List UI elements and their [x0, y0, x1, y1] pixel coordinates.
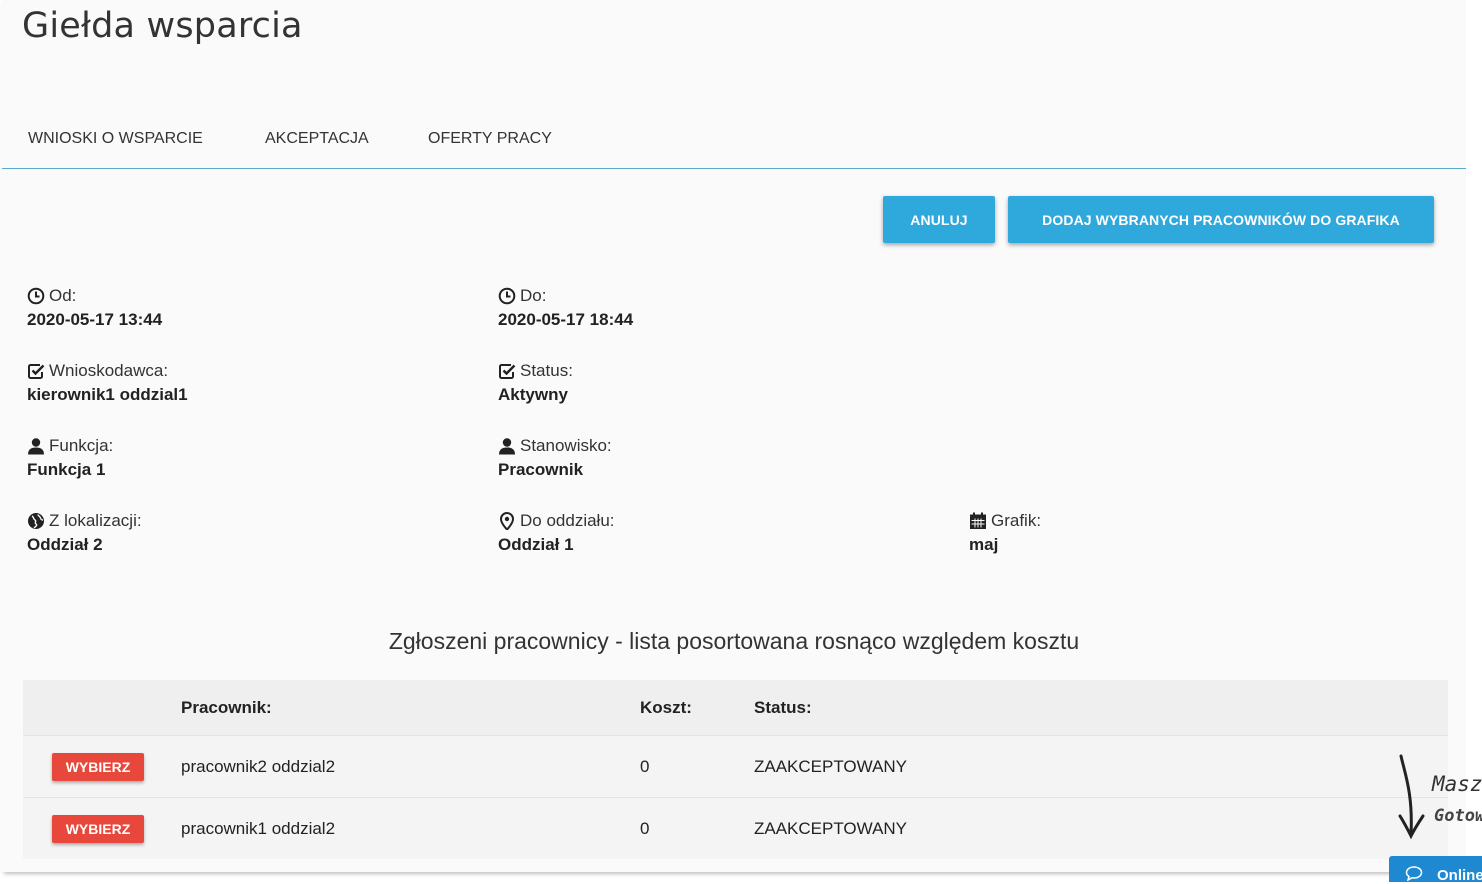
- field-from-location-value: Oddział 2: [27, 535, 103, 554]
- add-selected-employees-button[interactable]: DODAJ WYBRANYCH PRACOWNIKÓW DO GRAFIKA: [1008, 196, 1434, 243]
- tab-bar: WNIOSKI O WSPARCIE AKCEPTACJA OFERTY PRA…: [2, 118, 1466, 169]
- field-to: Do: 2020-05-17 18:44: [498, 285, 633, 330]
- employee-cost: 0: [640, 818, 650, 838]
- chat-hint: Masz Gotow: [1395, 750, 1482, 845]
- edit-check-icon: [28, 364, 45, 379]
- user-icon: [499, 438, 515, 455]
- field-applicant: Wnioskodawca: kierownik1 oddzial1: [27, 360, 188, 405]
- employee-cost: 0: [640, 756, 650, 776]
- field-applicant-label: Wnioskodawca:: [49, 361, 169, 380]
- clock-icon: [27, 287, 45, 305]
- select-employee-button[interactable]: WYBIERZ: [52, 814, 144, 843]
- employee-list-title: Zgłoszeni pracownicy - lista posortowana…: [388, 628, 1080, 654]
- main-panel: Giełda wsparcia WNIOSKI O WSPARCIE AKCEP…: [2, 0, 1466, 872]
- page-title: Giełda wsparcia: [22, 6, 303, 46]
- globe-icon: [28, 513, 44, 529]
- field-function-value: Funkcja 1: [27, 460, 106, 479]
- employee-status: ZAAKCEPTOWANY: [754, 756, 908, 776]
- field-position: Stanowisko: Pracownik: [498, 435, 612, 480]
- table-row: WYBIERZ pracownik2 oddzial2 0 ZAAKCEPTOW…: [23, 735, 1448, 797]
- field-from-value: 2020-05-17 13:44: [27, 310, 163, 329]
- chat-widget-label: Online: [1437, 867, 1482, 884]
- employee-table: Pracownik: Koszt: Status: WYBIERZ pracow…: [23, 680, 1448, 859]
- chat-hint-line1: Masz: [1432, 772, 1482, 796]
- field-to-value: 2020-05-17 18:44: [498, 310, 634, 329]
- edit-check-icon: [499, 364, 516, 379]
- calendar-icon: [970, 512, 986, 529]
- employee-name: pracownik2 oddzial2: [181, 756, 336, 776]
- header-cost: Koszt:: [640, 697, 692, 717]
- field-from-label: Od:: [49, 286, 77, 305]
- field-to-branch-label: Do oddziału:: [520, 511, 615, 530]
- field-from-location: Z lokalizacji: Oddział 2: [27, 510, 142, 555]
- field-to-branch: Do oddziału: Oddział 1: [498, 510, 615, 555]
- chat-hint-line2: Gotow: [1434, 806, 1482, 826]
- chat-widget-button[interactable]: Online: [1389, 856, 1482, 884]
- field-status-label: Status:: [520, 361, 573, 380]
- header-status: Status:: [754, 697, 812, 717]
- field-to-label: Do:: [520, 286, 547, 305]
- header-employee: Pracownik:: [181, 697, 272, 717]
- field-applicant-value: kierownik1 oddzial1: [27, 385, 188, 404]
- field-position-label: Stanowisko:: [520, 436, 612, 455]
- field-schedule-value: maj: [969, 535, 999, 554]
- table-header: Pracownik: Koszt: Status:: [23, 680, 1448, 735]
- select-employee-button[interactable]: WYBIERZ: [52, 752, 144, 781]
- field-schedule-label: Grafik:: [991, 511, 1042, 530]
- tab-support-requests[interactable]: WNIOSKI O WSPARCIE: [28, 130, 203, 148]
- employee-status: ZAAKCEPTOWANY: [754, 818, 908, 838]
- field-from: Od: 2020-05-17 13:44: [27, 285, 162, 330]
- field-schedule: Grafik: maj: [969, 510, 1041, 555]
- tab-acceptance[interactable]: AKCEPTACJA: [265, 130, 369, 148]
- employee-name: pracownik1 oddzial2: [181, 818, 336, 838]
- user-icon: [28, 438, 44, 455]
- field-status: Status: Aktywny: [498, 360, 573, 405]
- chat-bubble-icon: [1405, 866, 1423, 881]
- cancel-button[interactable]: ANULUJ: [883, 196, 995, 243]
- field-status-value: Aktywny: [498, 385, 568, 404]
- field-function: Funkcja: Funkcja 1: [27, 435, 113, 480]
- field-function-label: Funkcja:: [49, 436, 114, 455]
- clock-icon: [498, 287, 516, 305]
- map-pin-icon: [499, 512, 515, 530]
- field-position-value: Pracownik: [498, 460, 584, 479]
- field-to-branch-value: Oddział 1: [498, 535, 574, 554]
- hand-drawn-arrow-icon: [1398, 754, 1425, 840]
- table-row: WYBIERZ pracownik1 oddzial2 0 ZAAKCEPTOW…: [23, 797, 1448, 859]
- tab-job-offers[interactable]: OFERTY PRACY: [428, 130, 552, 148]
- field-from-location-label: Z lokalizacji:: [49, 511, 142, 530]
